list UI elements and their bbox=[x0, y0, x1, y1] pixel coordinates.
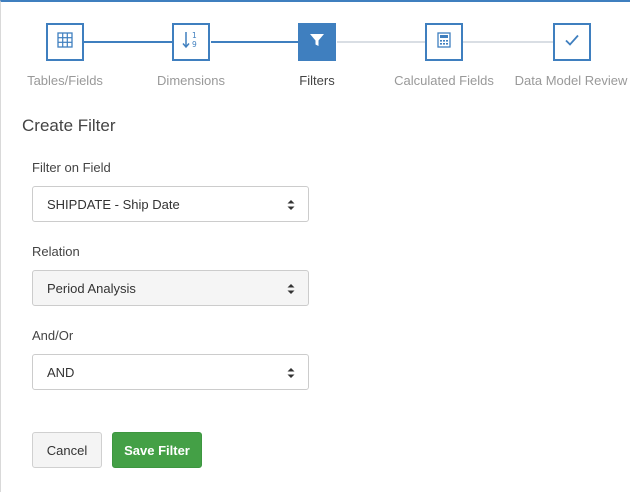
sort-numeric-icon: 1 9 bbox=[181, 30, 201, 55]
relation-value: Period Analysis bbox=[47, 280, 136, 296]
select-caret-icon bbox=[286, 366, 296, 380]
wizard-stepper: Tables/Fields 1 9 Dimensions Filters Cal… bbox=[1, 2, 630, 102]
cancel-button[interactable]: Cancel bbox=[32, 432, 102, 468]
filter-field-label: Filter on Field bbox=[32, 160, 111, 175]
step-label-calculated-fields: Calculated Fields bbox=[394, 73, 494, 88]
step-label-filters: Filters bbox=[299, 73, 335, 88]
step-calculated-fields[interactable] bbox=[425, 23, 463, 61]
step-connector bbox=[463, 41, 555, 43]
step-dimensions[interactable]: 1 9 bbox=[172, 23, 210, 61]
svg-text:1: 1 bbox=[192, 31, 197, 40]
filter-field-select[interactable]: SHIPDATE - Ship Date bbox=[32, 186, 309, 222]
and-or-value: AND bbox=[47, 364, 75, 380]
save-filter-button[interactable]: Save Filter bbox=[112, 432, 202, 468]
step-connector bbox=[337, 41, 427, 43]
step-filters[interactable] bbox=[298, 23, 336, 61]
relation-select[interactable]: Period Analysis bbox=[32, 270, 309, 306]
step-label-tables-fields: Tables/Fields bbox=[27, 73, 103, 88]
checkmark-icon bbox=[564, 32, 580, 53]
page-title: Create Filter bbox=[22, 116, 116, 135]
filter-icon bbox=[309, 32, 325, 53]
step-tables-fields[interactable] bbox=[46, 23, 84, 61]
table-icon bbox=[57, 31, 73, 53]
relation-label: Relation bbox=[32, 244, 80, 259]
step-connector bbox=[83, 41, 173, 43]
filter-field-value: SHIPDATE - Ship Date bbox=[47, 196, 180, 212]
step-connector bbox=[211, 41, 301, 43]
calculator-icon bbox=[436, 31, 452, 53]
svg-text:9: 9 bbox=[192, 40, 197, 49]
step-label-data-model-review: Data Model Review bbox=[514, 73, 628, 88]
and-or-select[interactable]: AND bbox=[32, 354, 309, 390]
select-caret-icon bbox=[286, 282, 296, 296]
and-or-label: And/Or bbox=[32, 328, 74, 343]
wizard-frame: Tables/Fields 1 9 Dimensions Filters Cal… bbox=[0, 0, 630, 492]
step-data-model-review[interactable] bbox=[553, 23, 591, 61]
step-label-dimensions: Dimensions bbox=[157, 73, 225, 88]
select-caret-icon bbox=[286, 198, 296, 212]
